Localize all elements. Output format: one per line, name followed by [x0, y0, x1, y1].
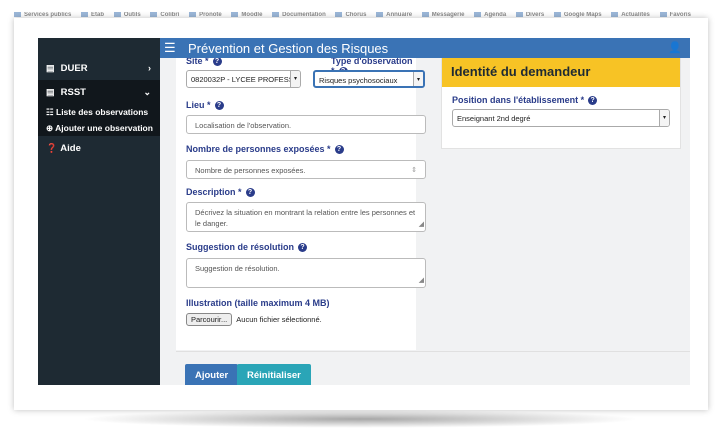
- document-icon: ▤: [46, 63, 55, 73]
- spinner-icon[interactable]: ⇕: [411, 161, 417, 180]
- page-title: Prévention et Gestion des Risques: [188, 41, 389, 56]
- submit-button[interactable]: Ajouter: [185, 364, 239, 385]
- help-icon[interactable]: ?: [214, 101, 224, 111]
- main-content: Site *? 0820032P - LYCEE PROFESS ▾ Type d…: [160, 58, 690, 385]
- position-label: Position dans l'établissement *?: [452, 95, 598, 106]
- suggestion-textarea[interactable]: Suggestion de résolution. ◢: [186, 258, 426, 288]
- site-label: Site *?: [186, 58, 222, 67]
- description-textarea[interactable]: Décrivez la situation en montrant la rel…: [186, 202, 426, 232]
- help-icon[interactable]: ?: [588, 96, 598, 106]
- resize-grip-icon[interactable]: ◢: [419, 219, 424, 230]
- persons-input[interactable]: Nombre de personnes exposées. ⇕: [186, 160, 426, 179]
- dropdown-caret-icon: ▾: [659, 110, 669, 126]
- document-icon: ▤: [46, 87, 55, 97]
- sidebar-item-label: DUER: [60, 63, 88, 74]
- top-navbar: ☰ Prévention et Gestion des Risques 👤: [160, 38, 690, 58]
- sidebar-item-help[interactable]: ❓ Aide: [38, 136, 160, 160]
- reset-button[interactable]: Réinitialiser: [237, 364, 311, 385]
- list-icon: ☷: [46, 107, 54, 117]
- persons-label: Nombre de personnes exposées *?: [186, 144, 344, 155]
- plus-circle-icon: ⊕: [46, 123, 54, 133]
- sidebar: ▤ DUER › ▤ RSST ⌄ ☷ Liste des observatio…: [38, 38, 160, 385]
- identity-title: Identité du demandeur: [442, 58, 680, 87]
- sidebar-item-list-observations[interactable]: ☷ Liste des observations: [38, 104, 160, 120]
- sidebar-item-label: Ajouter une observation: [55, 123, 153, 133]
- sidebar-item-duer[interactable]: ▤ DUER ›: [38, 56, 160, 80]
- menu-icon[interactable]: ☰: [164, 40, 176, 56]
- lieu-input[interactable]: Localisation de l'observation.: [186, 115, 426, 134]
- observation-form: Site *? 0820032P - LYCEE PROFESS ▾ Type d…: [176, 58, 426, 350]
- description-label: Description *?: [186, 187, 255, 198]
- identity-panel: Identité du demandeur Position dans l'ét…: [441, 58, 681, 149]
- user-icon[interactable]: 👤: [668, 41, 682, 54]
- resize-grip-icon[interactable]: ◢: [419, 275, 424, 286]
- help-icon[interactable]: ?: [334, 145, 344, 155]
- file-picker: Parcourir... Aucun fichier sélectionné.: [186, 313, 322, 326]
- question-icon: ❓: [46, 143, 58, 153]
- sidebar-item-add-observation[interactable]: ⊕ Ajouter une observation: [38, 120, 160, 136]
- sidebar-item-label: Liste des observations: [56, 107, 149, 117]
- browse-button[interactable]: Parcourir...: [186, 313, 233, 326]
- sidebar-item-rsst[interactable]: ▤ RSST ⌄: [38, 80, 160, 104]
- lieu-label: Lieu *?: [186, 100, 224, 111]
- dropdown-caret-icon: ▾: [290, 71, 300, 87]
- page-shadow: [80, 410, 640, 428]
- dropdown-caret-icon: ▾: [413, 72, 423, 86]
- position-select[interactable]: Enseignant 2nd degré ▾: [452, 109, 670, 127]
- help-icon[interactable]: ?: [298, 243, 308, 253]
- illustration-label: Illustration (taille maximum 4 MB): [186, 298, 330, 308]
- chevron-right-icon: ›: [148, 63, 151, 73]
- site-select[interactable]: 0820032P - LYCEE PROFESS ▾: [186, 70, 301, 88]
- chevron-down-icon: ⌄: [143, 87, 151, 97]
- help-icon[interactable]: ?: [245, 188, 255, 198]
- help-icon[interactable]: ?: [212, 58, 222, 67]
- divider: [176, 351, 690, 352]
- no-file-text: Aucun fichier sélectionné.: [236, 315, 322, 324]
- sidebar-item-label: Aide: [60, 143, 81, 154]
- type-select[interactable]: Risques psychosociaux ▾: [313, 70, 425, 88]
- suggestion-label: Suggestion de résolution?: [186, 242, 308, 253]
- sidebar-item-label: RSST: [60, 87, 86, 98]
